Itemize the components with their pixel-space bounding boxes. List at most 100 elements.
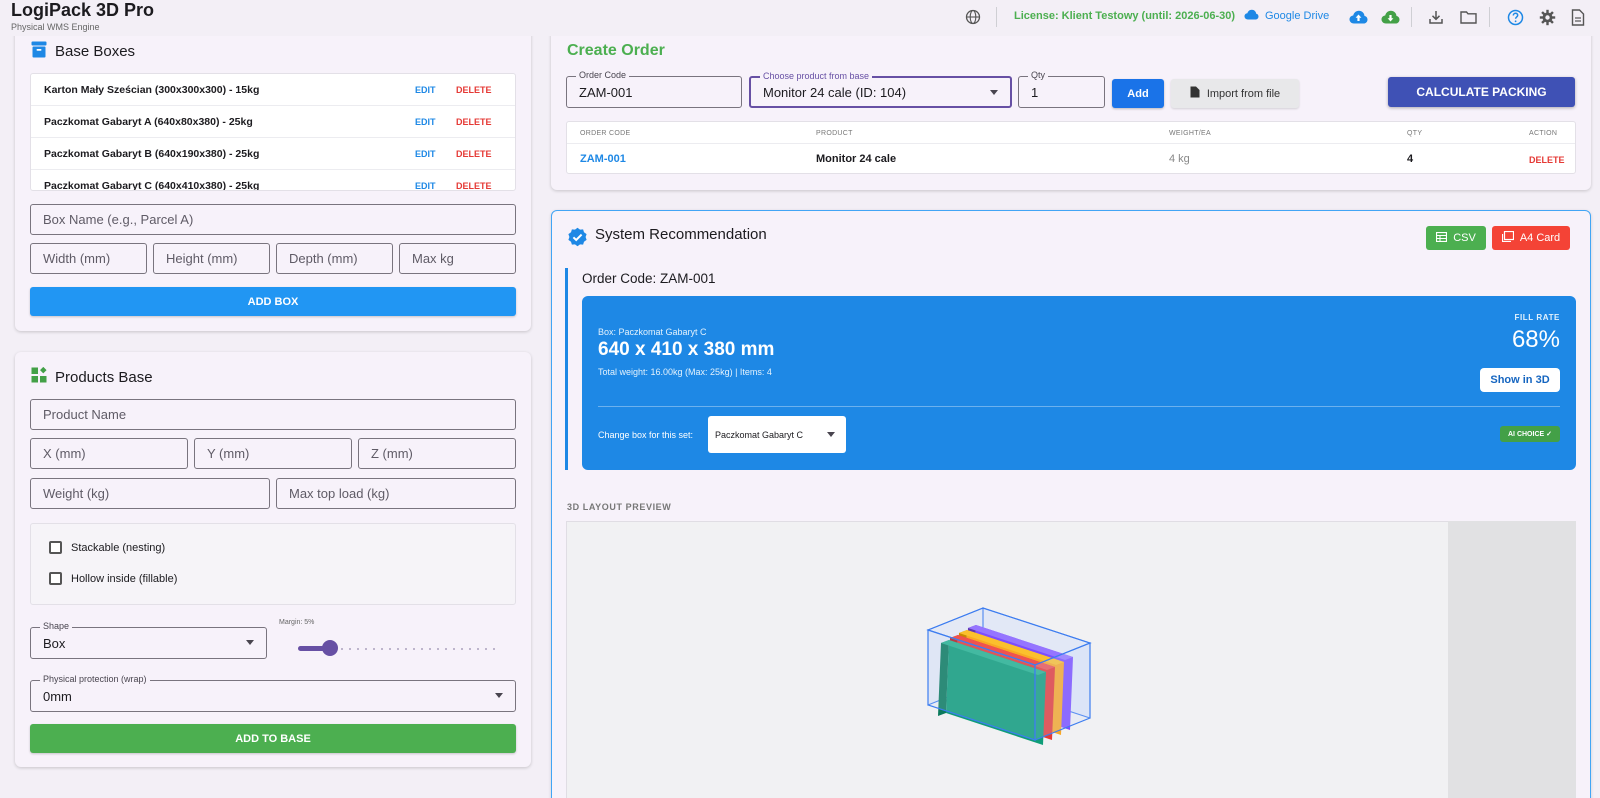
widgets-icon: [31, 366, 47, 387]
download-icon[interactable]: [1426, 7, 1446, 27]
google-drive-button[interactable]: Google Drive: [1244, 9, 1329, 23]
fill-rate-label: FILL RATE: [1514, 313, 1560, 322]
import-from-file-button[interactable]: Import from file: [1171, 79, 1299, 108]
fill-rate-value: 68%: [1511, 326, 1560, 353]
checkbox-square[interactable]: [49, 572, 62, 585]
protection-value: 0mm: [43, 688, 72, 704]
qty-input[interactable]: Qty 1: [1018, 70, 1105, 108]
hollow-label: Hollow inside (fillable): [71, 572, 178, 585]
preview-label: 3D LAYOUT PREVIEW: [567, 502, 672, 512]
delete-box-button[interactable]: DELETE: [456, 149, 492, 159]
product-weight-input[interactable]: Weight (kg): [30, 478, 270, 509]
product-max-top-load-input[interactable]: Max top load (kg): [276, 478, 516, 509]
chevron-down-icon: [990, 90, 998, 95]
box-name: Paczkomat Gabaryt B (640x190x380) - 25kg: [44, 148, 260, 160]
toolbar-divider: [1411, 7, 1412, 27]
export-csv-button[interactable]: CSV: [1426, 226, 1486, 250]
document-icon[interactable]: [1568, 7, 1588, 27]
verified-icon: [567, 227, 588, 253]
box-depth-input[interactable]: Depth (mm): [276, 243, 393, 274]
import-label: Import from file: [1206, 87, 1281, 100]
ai-choice-badge: AI CHOICE ✓: [1500, 426, 1560, 442]
edit-box-button[interactable]: EDIT: [415, 149, 436, 159]
margin-slider-thumb[interactable]: [322, 640, 338, 656]
column-header: ORDER CODE: [580, 130, 631, 137]
add-order-item-button[interactable]: Add: [1112, 79, 1164, 108]
box-name: Karton Mały Sześcian (300x300x300) - 15k…: [44, 84, 260, 96]
box-list: Karton Mały Sześcian (300x300x300) - 15k…: [30, 73, 516, 191]
create-order-title: Create Order: [567, 42, 665, 59]
order-code-label: Order Code: [576, 70, 630, 80]
add-to-base-button[interactable]: ADD TO BASE: [30, 724, 516, 753]
product-name-input[interactable]: Product Name: [30, 399, 516, 430]
product-z-input[interactable]: Z (mm): [358, 438, 516, 469]
qty-value: 1: [1031, 84, 1039, 100]
product-options-box: Stackable (nesting) Hollow inside (filla…: [30, 523, 516, 605]
file-icon: [1190, 86, 1200, 101]
toolbar-divider: [1489, 7, 1490, 27]
result-weight: Total weight: 16.00kg (Max: 25kg) | Item…: [598, 367, 772, 377]
chevron-down-icon: [495, 693, 503, 698]
edit-box-button[interactable]: EDIT: [415, 85, 436, 95]
3d-box-render[interactable]: [920, 600, 1100, 770]
table-header-divider: [567, 143, 1575, 144]
product-x-input[interactable]: X (mm): [30, 438, 188, 469]
delete-box-button[interactable]: DELETE: [456, 117, 492, 127]
edit-box-button[interactable]: EDIT: [415, 181, 436, 190]
change-box-select[interactable]: Paczkomat Gabaryt C: [708, 416, 846, 453]
hollow-checkbox[interactable]: Hollow inside (fillable): [49, 572, 177, 585]
stackable-label: Stackable (nesting): [71, 541, 166, 554]
license-status: License: Klient Testowy (until: 2026-06-…: [1014, 10, 1236, 22]
base-boxes-heading: Base Boxes: [31, 41, 135, 62]
help-icon[interactable]: [1505, 7, 1525, 27]
add-box-button[interactable]: ADD BOX: [30, 287, 516, 316]
globe-icon[interactable]: [963, 7, 983, 27]
delete-box-button[interactable]: DELETE: [456, 85, 492, 95]
recommendation-title: System Recommendation: [595, 226, 767, 243]
column-header: QTY: [1407, 130, 1423, 137]
change-box-label: Change box for this set:: [598, 430, 694, 440]
order-table: ORDER CODE PRODUCT WEIGHT/EA QTY ACTION …: [566, 121, 1576, 174]
settings-icon[interactable]: [1537, 7, 1557, 27]
protection-select[interactable]: Physical protection (wrap) 0mm: [30, 674, 516, 712]
stackable-checkbox[interactable]: Stackable (nesting): [49, 541, 165, 554]
products-base-title: Products Base: [55, 368, 153, 386]
order-code-input[interactable]: Order Code ZAM-001: [566, 70, 742, 108]
a4-card-button[interactable]: A4 Card: [1492, 226, 1570, 250]
result-dimensions: 640 x 410 x 380 mm: [598, 339, 775, 360]
google-drive-label: Google Drive: [1265, 10, 1330, 22]
a4-label: A4 Card: [1519, 232, 1561, 244]
table-icon: [1436, 231, 1448, 245]
column-header: ACTION: [1529, 130, 1558, 137]
calculate-packing-button[interactable]: CALCULATE PACKING: [1388, 77, 1575, 107]
product-select-label: Choose product from base: [760, 71, 873, 81]
archive-box-icon: [31, 41, 47, 62]
product-select-value: Monitor 24 cale (ID: 104): [763, 84, 907, 100]
products-base-heading: Products Base: [31, 366, 153, 387]
box-name-input[interactable]: Box Name (e.g., Parcel A): [30, 204, 516, 235]
folder-icon[interactable]: [1458, 7, 1478, 27]
cloud-upload-icon[interactable]: [1348, 7, 1368, 27]
column-header: WEIGHT/EA: [1169, 130, 1211, 137]
list-item: Paczkomat Gabaryt A (640x80x380) - 25kg …: [31, 106, 515, 138]
product-select[interactable]: Choose product from base Monitor 24 cale…: [749, 71, 1012, 108]
box-width-input[interactable]: Width (mm): [30, 243, 147, 274]
shape-select[interactable]: Shape Box: [30, 621, 267, 659]
product-y-input[interactable]: Y (mm): [194, 438, 352, 469]
box-height-input[interactable]: Height (mm): [153, 243, 270, 274]
delete-box-button[interactable]: DELETE: [456, 181, 492, 190]
checkbox-square[interactable]: [49, 541, 62, 554]
order-code-value: ZAM-001: [579, 84, 633, 100]
show-in-3d-button[interactable]: Show in 3D: [1480, 368, 1560, 392]
shape-label: Shape: [40, 621, 73, 631]
margin-label: Margin: 5%: [279, 619, 315, 626]
preview-side-panel: [1448, 521, 1576, 798]
order-code-cell[interactable]: ZAM-001: [580, 153, 626, 165]
result-box-name: Box: Paczkomat Gabaryt C: [598, 327, 707, 337]
delete-row-button[interactable]: DELETE: [1529, 155, 1565, 165]
box-name: Paczkomat Gabaryt C (640x410x380) - 25kg: [44, 180, 260, 191]
edit-box-button[interactable]: EDIT: [415, 117, 436, 127]
box-maxkg-input[interactable]: Max kg: [399, 243, 516, 274]
panel-divider: [598, 406, 1560, 407]
cloud-download-icon[interactable]: [1380, 7, 1400, 27]
